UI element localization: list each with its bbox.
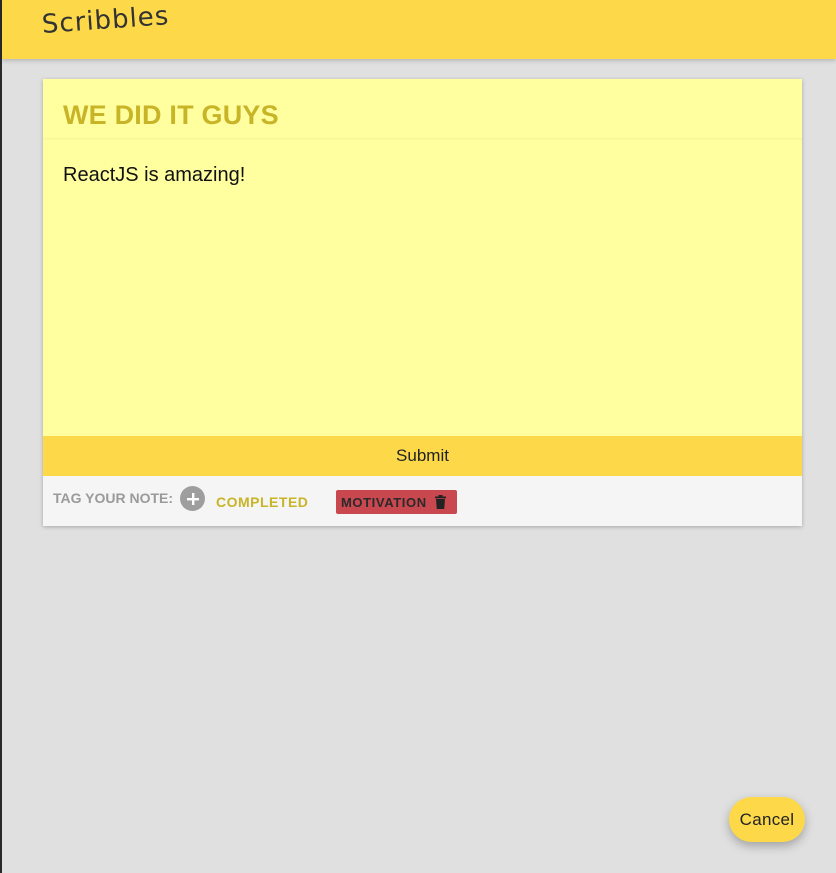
plus-circle-icon[interactable] bbox=[180, 486, 205, 511]
note-body-text: ReactJS is amazing! bbox=[63, 164, 246, 186]
note-editor-card: WE DID IT GUYS ReactJS is amazing! Submi… bbox=[43, 79, 802, 526]
tag-your-note-label: TAG YOUR NOTE: bbox=[53, 490, 174, 506]
tag-motivation[interactable]: MOTIVATION bbox=[336, 490, 457, 514]
trash-icon[interactable] bbox=[434, 495, 446, 509]
tag-bar: TAG YOUR NOTE: COMPLETED MOTIVATION bbox=[43, 476, 802, 526]
tag-motivation-label: MOTIVATION bbox=[341, 494, 427, 510]
note-title-field[interactable]: WE DID IT GUYS bbox=[43, 79, 802, 138]
cancel-button[interactable]: Cancel bbox=[729, 797, 805, 842]
app-title: Scribbles bbox=[40, 1, 171, 40]
app-bar: Scribbles bbox=[2, 0, 836, 59]
tag-completed[interactable]: COMPLETED bbox=[216, 494, 308, 510]
app-root: Scribbles WE DID IT GUYS ReactJS is amaz… bbox=[0, 0, 836, 873]
note-body-field[interactable]: ReactJS is amazing! bbox=[43, 138, 802, 436]
submit-button[interactable]: Submit bbox=[43, 436, 802, 476]
note-title: WE DID IT GUYS bbox=[63, 100, 279, 130]
